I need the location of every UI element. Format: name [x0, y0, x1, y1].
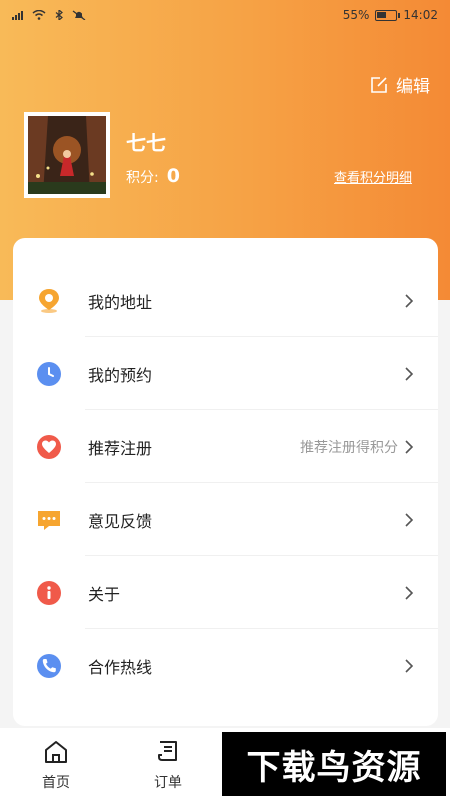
menu-item-about[interactable]: 关于	[13, 556, 438, 629]
chevron-right-icon	[405, 658, 414, 673]
menu-label: 意见反馈	[88, 511, 153, 531]
mute-icon	[72, 10, 86, 20]
menu-label: 我的地址	[88, 292, 153, 312]
status-bar: 55% 14:02	[0, 0, 450, 30]
signal-icon	[12, 11, 23, 20]
status-left	[12, 10, 86, 20]
info-icon	[37, 580, 61, 605]
status-right: 55% 14:02	[343, 8, 438, 22]
phone-icon	[37, 653, 61, 678]
edit-icon	[371, 76, 387, 93]
home-icon	[45, 741, 67, 763]
battery-percent: 55%	[342, 8, 370, 22]
location-icon	[37, 288, 61, 313]
menu-item-appointment[interactable]: 我的预约	[13, 337, 438, 410]
points-value: 0	[166, 165, 180, 187]
points-detail-link[interactable]: 查看积分明细	[334, 167, 412, 186]
chevron-right-icon	[405, 366, 414, 381]
battery-icon	[375, 9, 401, 21]
clock-icon	[37, 361, 61, 386]
chevron-right-icon	[405, 439, 414, 454]
battery-fill	[377, 11, 387, 18]
menu-hint: 推荐注册得积分	[300, 439, 398, 456]
tab-label: 首页	[42, 775, 70, 791]
tab-orders[interactable]: 订单	[112, 728, 224, 800]
tab-label: 订单	[154, 775, 182, 791]
avatar-illustration-icon	[28, 116, 106, 194]
menu-item-address[interactable]: 我的地址	[13, 264, 438, 337]
tab-home[interactable]: 首页	[0, 728, 112, 800]
username: 七七	[126, 131, 166, 155]
menu-label: 关于	[88, 584, 121, 604]
avatar[interactable]	[24, 112, 110, 198]
watermark-banner: 下载鸟资源	[222, 732, 446, 796]
menu-item-feedback[interactable]: 意见反馈	[13, 483, 438, 556]
chevron-right-icon	[405, 512, 414, 527]
points-display: 积分: 0	[126, 165, 180, 187]
heart-icon	[37, 434, 61, 459]
menu-item-hotline[interactable]: 合作热线	[13, 629, 438, 702]
clock-time: 14:02	[403, 8, 438, 22]
edit-button[interactable]: 编辑	[370, 72, 430, 97]
points-label: 积分:	[126, 170, 159, 186]
chevron-right-icon	[405, 293, 414, 308]
menu-item-referral[interactable]: 推荐注册 推荐注册得积分	[13, 410, 438, 483]
menu-card: 我的地址 我的预约 推荐注册 推荐注册得积分 意见反馈 关于 合作热线	[13, 238, 438, 726]
message-icon	[37, 508, 61, 532]
order-list-icon	[158, 741, 177, 761]
edit-label: 编辑	[396, 77, 430, 97]
menu-label: 我的预约	[88, 365, 153, 385]
menu-label: 合作热线	[88, 657, 153, 677]
bluetooth-icon	[55, 10, 63, 20]
menu-label: 推荐注册	[88, 438, 153, 458]
chevron-right-icon	[405, 585, 414, 600]
wifi-icon	[32, 10, 46, 20]
